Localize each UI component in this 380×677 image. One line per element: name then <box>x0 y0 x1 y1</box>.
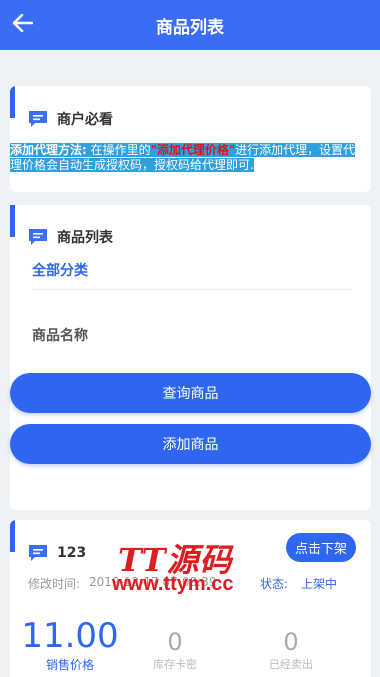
stock-label: 库存卡密 <box>153 658 197 671</box>
product-card-title: 123 <box>28 544 86 562</box>
filter-card-title: 商品列表 <box>28 227 113 247</box>
product-name: 123 <box>57 545 87 561</box>
watermark-url: www.ttym.cc <box>112 573 234 595</box>
chat-bubble-icon <box>29 229 47 245</box>
card-accent-bar <box>10 520 15 552</box>
chat-bubble-icon <box>29 545 47 561</box>
delist-button[interactable]: 点击下架 <box>285 533 356 562</box>
notice-text: 添加代理方法: 在操作里的"添加代理价格"进行添加代理，设置代 理价格会自动生成… <box>10 143 371 173</box>
stock-value: 0 <box>167 628 183 656</box>
notice-card: 商户必看 添加代理方法: 在操作里的"添加代理价格"进行添加代理，设置代 理价格… <box>10 86 371 192</box>
price-stat: 11.00 销售价格 <box>18 616 122 673</box>
watermark: TT源码 www.ttym.cc <box>112 535 282 595</box>
notice-highlight: "添加代理价格" <box>150 143 236 157</box>
app-header: 商品列表 <box>0 0 380 50</box>
notice-title-text: 商户必看 <box>57 112 113 128</box>
notice-text-line2: 理价格会自动生成授权码，授权码给代理即可. <box>10 158 254 172</box>
card-accent-bar <box>10 205 15 237</box>
page-title: 商品列表 <box>156 18 224 38</box>
notice-label: 添加代理方法: <box>10 143 87 157</box>
add-product-button[interactable]: 添加商品 <box>10 424 371 464</box>
category-select[interactable]: 全部分类 <box>32 250 352 290</box>
query-products-button[interactable]: 查询商品 <box>10 373 371 413</box>
status-value: 上架中 <box>301 577 338 591</box>
notice-text-after: 进行添加代理，设置代 <box>235 143 356 157</box>
sold-label: 已经卖出 <box>269 658 313 671</box>
product-name-input[interactable]: 商品名称 <box>32 315 352 355</box>
filter-card: 商品列表 全部分类 商品名称 查询商品 添加商品 <box>10 205 371 510</box>
filter-title-text: 商品列表 <box>57 230 113 246</box>
card-accent-bar <box>10 86 15 118</box>
notice-card-title: 商户必看 <box>28 109 113 129</box>
notice-text-before: 在操作里的 <box>86 143 151 157</box>
price-value: 11.00 <box>21 616 119 656</box>
sold-stat: 0 已经卖出 <box>256 628 326 672</box>
price-label: 销售价格 <box>45 658 94 672</box>
sold-value: 0 <box>283 628 299 656</box>
chat-bubble-icon <box>29 111 47 127</box>
modified-label: 修改时间: <box>28 577 81 591</box>
stock-stat: 0 库存卡密 <box>140 628 210 672</box>
